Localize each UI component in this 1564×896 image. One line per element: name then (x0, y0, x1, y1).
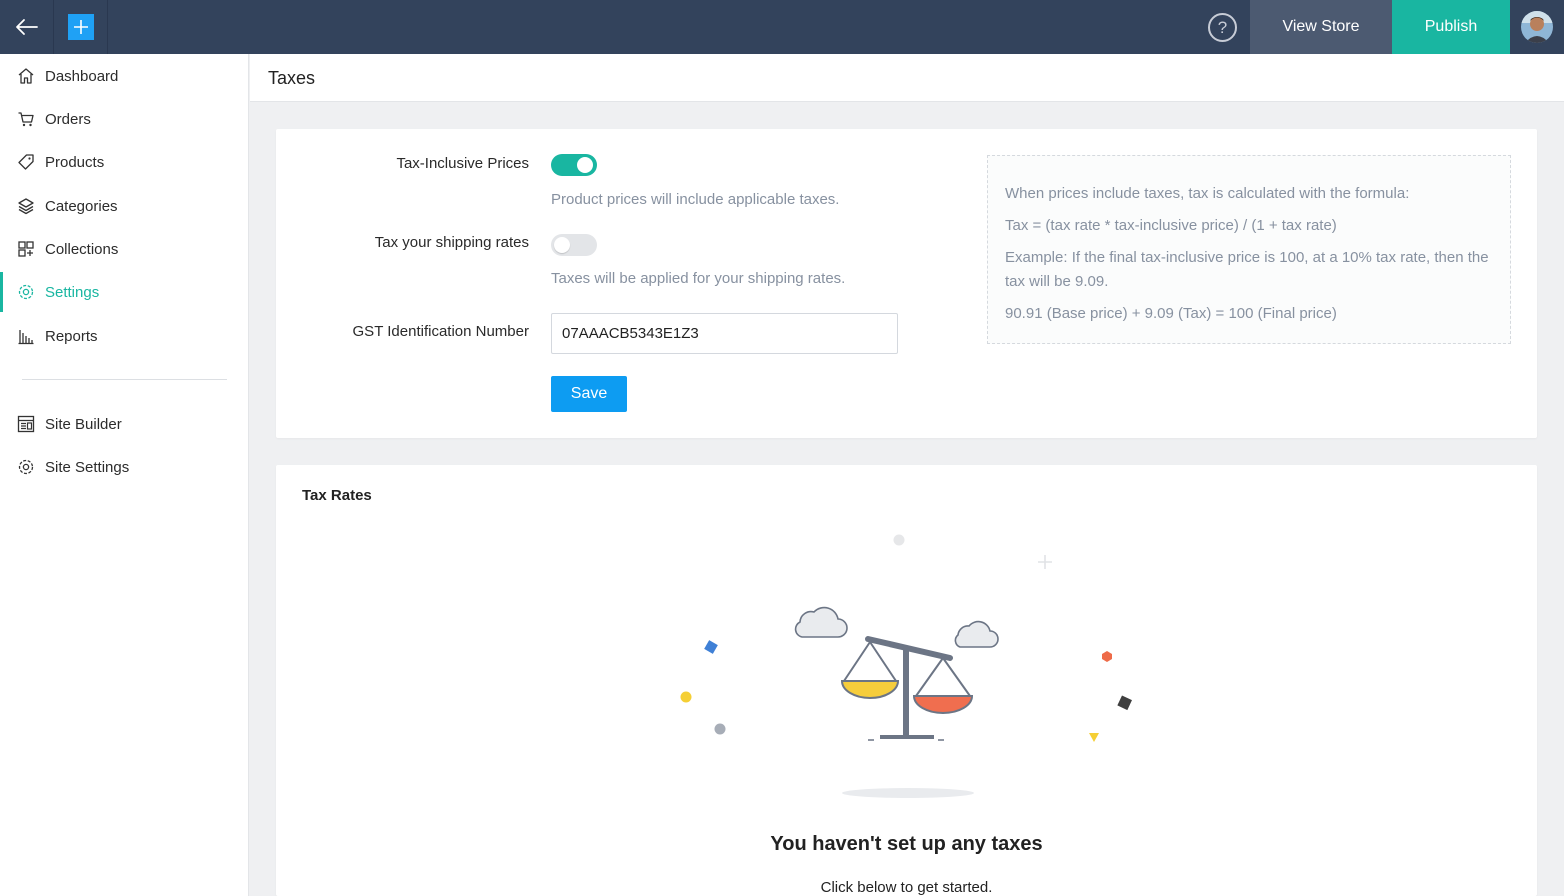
sidebar-item-label: Orders (45, 110, 91, 128)
gear-icon (17, 458, 35, 476)
gst-label: GST Identification Number (352, 323, 529, 340)
sidebar-item-label: Site Settings (45, 458, 130, 476)
sidebar-item-label: Categories (45, 197, 118, 215)
layout-icon (17, 415, 35, 433)
formula-result: 90.91 (Base price) + 9.09 (Tax) = 100 (F… (1005, 305, 1337, 322)
tax-rates-heading: Tax Rates (302, 487, 372, 504)
cloud-icon (954, 620, 999, 648)
formula-equation: Tax = (tax rate * tax-inclusive price) /… (1005, 217, 1337, 234)
sidebar-item-products[interactable]: Products (0, 142, 248, 182)
arrow-left-icon (15, 19, 38, 35)
scale-icon (840, 636, 974, 741)
help-button[interactable]: ? (1208, 13, 1237, 42)
help-icon: ? (1217, 17, 1228, 37)
tax-shipping-hint: Taxes will be applied for your shipping … (551, 270, 846, 287)
tag-icon (17, 153, 35, 171)
dot-decoration (893, 534, 905, 546)
tax-rates-card: Tax Rates You haven't set up any taxes C… (276, 465, 1537, 896)
formula-info-box: When prices include taxes, tax is calcul… (987, 155, 1511, 344)
gst-input[interactable] (551, 313, 898, 354)
empty-state-subtitle: Click below to get started. (820, 879, 993, 896)
tax-settings-card: Tax-Inclusive Prices Product prices will… (276, 129, 1537, 438)
sidebar-item-label: Collections (45, 240, 119, 258)
plus-decoration (1038, 555, 1052, 569)
dot-decoration (680, 691, 692, 703)
empty-state-illustration (680, 534, 1132, 798)
top-bar: ? View Store Publish (0, 0, 1564, 54)
add-button[interactable] (67, 14, 94, 40)
page-title: Taxes (268, 68, 316, 88)
diamond-decoration (704, 640, 718, 654)
diamond-decoration (1117, 695, 1132, 711)
sidebar-item-settings[interactable]: Settings (0, 272, 248, 312)
sidebar-item-site-builder[interactable]: Site Builder (0, 404, 248, 444)
sidebar-item-label: Settings (45, 283, 100, 301)
sidebar-item-collections[interactable]: Collections (0, 229, 248, 269)
dot-decoration (714, 723, 726, 735)
sidebar-item-label: Site Builder (45, 415, 122, 433)
sidebar-item-label: Products (45, 153, 105, 171)
bar-chart-icon (17, 327, 35, 345)
grid-plus-icon (17, 240, 35, 258)
avatar-wrap (1510, 0, 1564, 54)
hexagon-decoration (1102, 651, 1112, 662)
sidebar-divider (22, 379, 227, 380)
sidebar-item-dashboard[interactable]: Dashboard (0, 56, 248, 96)
page-header: Taxes (250, 54, 1564, 102)
triangle-decoration (1089, 733, 1099, 742)
sidebar-item-categories[interactable]: Categories (0, 186, 248, 226)
toggle-knob (554, 237, 570, 253)
tax-shipping-label: Tax your shipping rates (374, 234, 529, 251)
cart-icon (17, 110, 35, 128)
shadow-decoration (842, 788, 974, 798)
formula-intro: When prices include taxes, tax is calcul… (1005, 185, 1410, 202)
layers-icon (17, 197, 35, 215)
toggle-knob (577, 157, 593, 173)
tax-shipping-toggle[interactable] (551, 234, 597, 256)
view-store-button[interactable]: View Store (1250, 0, 1392, 54)
tax-inclusive-label: Tax-Inclusive Prices (396, 155, 529, 172)
sidebar-item-label: Dashboard (45, 67, 119, 85)
back-button[interactable] (0, 0, 54, 54)
tax-inclusive-hint: Product prices will include applicable t… (551, 191, 840, 208)
formula-example: Example: If the final tax-inclusive pric… (1005, 249, 1489, 290)
tax-inclusive-toggle[interactable] (551, 154, 597, 176)
plus-icon (73, 20, 88, 34)
sidebar-item-orders[interactable]: Orders (0, 99, 248, 139)
avatar[interactable] (1521, 11, 1553, 43)
gear-icon (17, 283, 35, 301)
sidebar-item-label: Reports (45, 327, 98, 345)
cloud-icon (794, 606, 848, 638)
publish-button[interactable]: Publish (1392, 0, 1510, 54)
sidebar-item-site-settings[interactable]: Site Settings (0, 447, 248, 487)
sidebar: Dashboard Orders Products Categories Col… (0, 54, 249, 896)
add-button-wrap (54, 0, 108, 54)
sidebar-item-reports[interactable]: Reports (0, 316, 248, 356)
empty-state-title: You haven't set up any taxes (770, 833, 1043, 855)
home-icon (17, 67, 35, 85)
save-button[interactable]: Save (551, 376, 627, 412)
user-avatar-icon (1521, 11, 1553, 43)
